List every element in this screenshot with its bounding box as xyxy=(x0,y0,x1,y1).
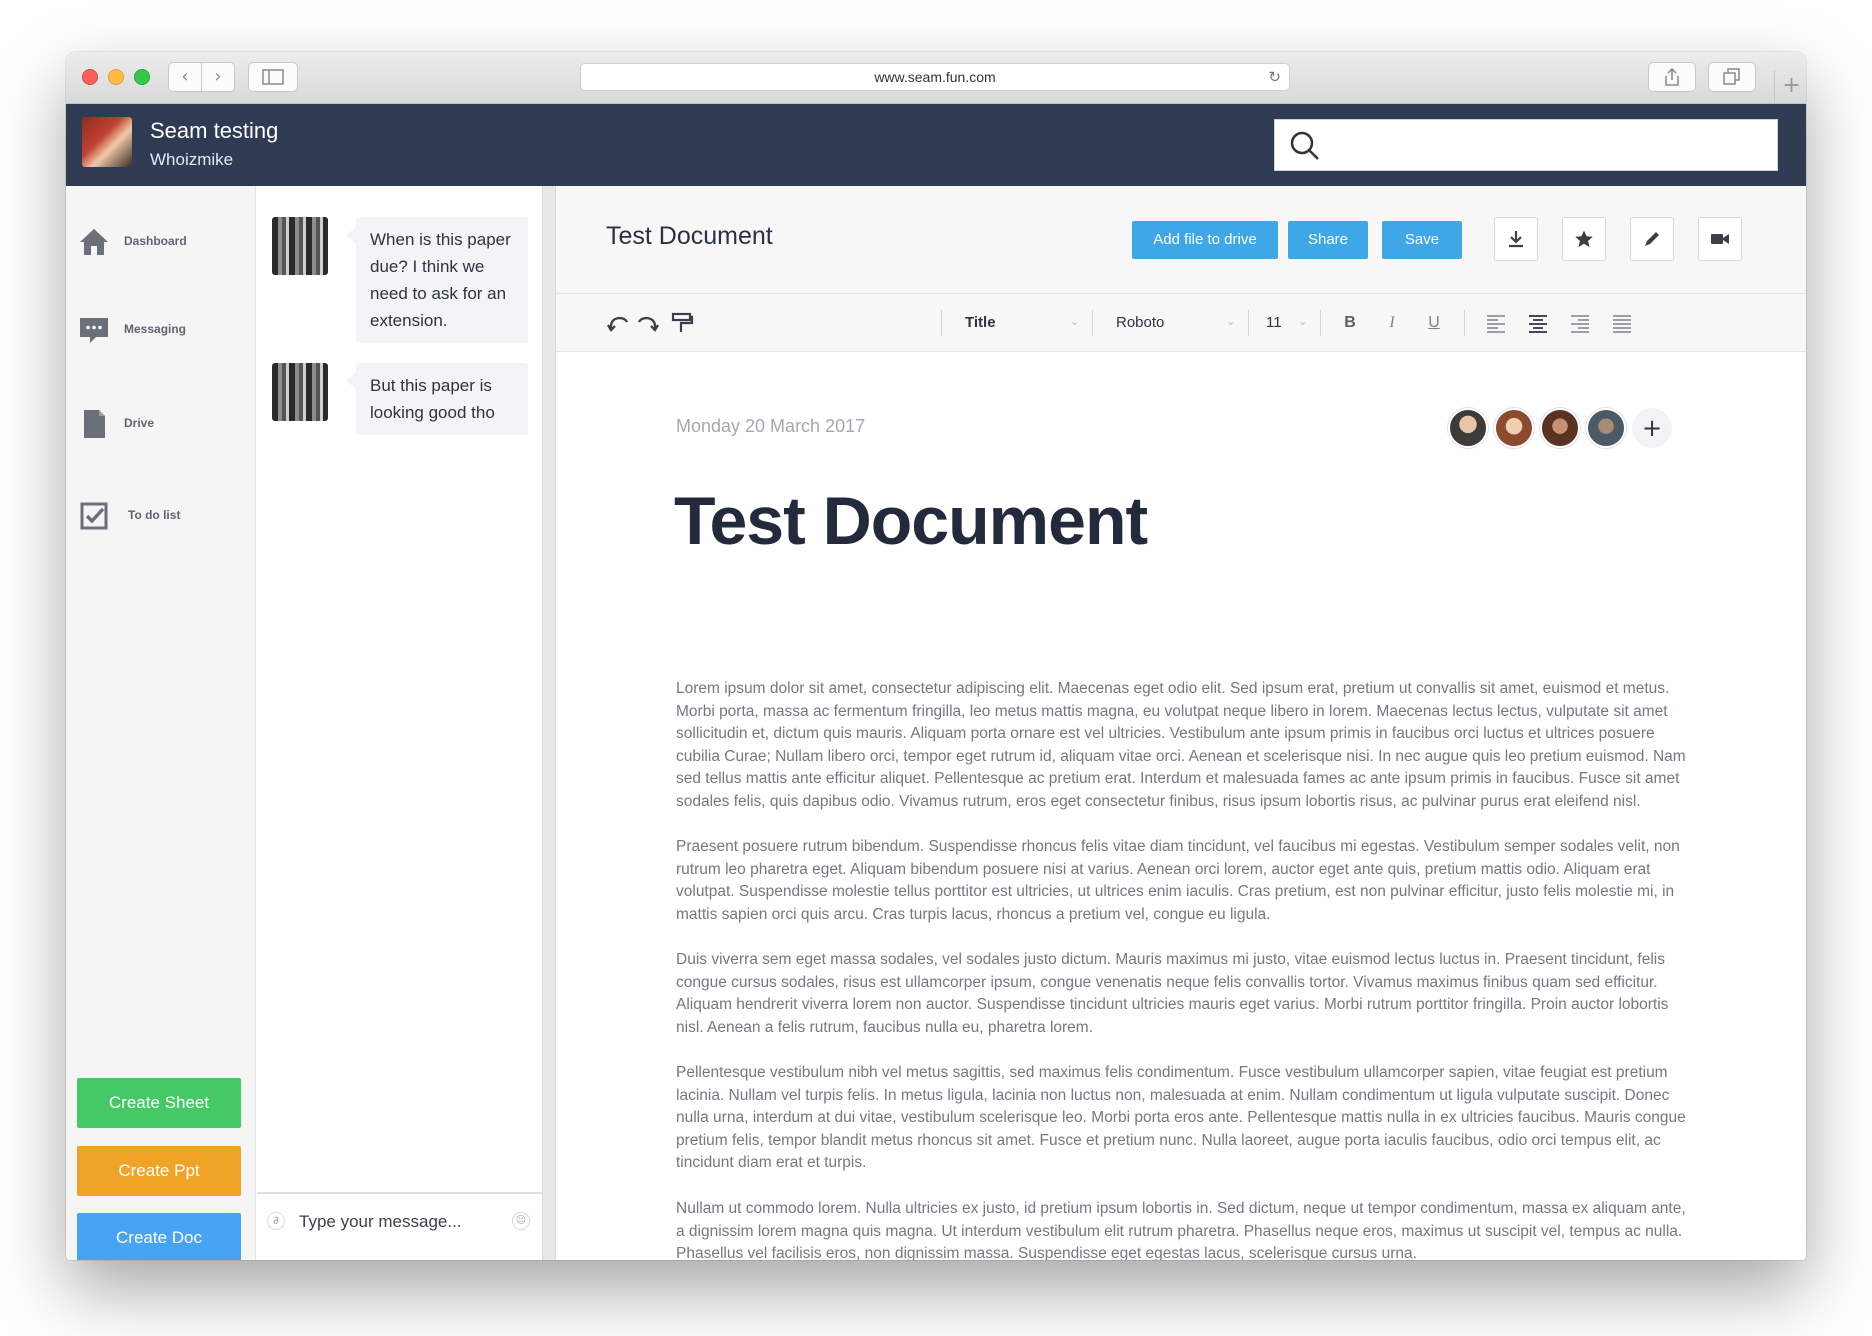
share-button[interactable]: Share xyxy=(1288,221,1368,259)
toolbar-divider xyxy=(1092,310,1093,336)
back-button[interactable]: ‹ xyxy=(168,62,202,92)
toolbar-divider xyxy=(1320,310,1321,336)
attach-icon[interactable]: ∂ xyxy=(267,1212,285,1230)
home-icon xyxy=(80,229,108,255)
message-input[interactable] xyxy=(299,1208,499,1236)
chat-panel: When is this paper due? I think we need … xyxy=(257,186,542,1260)
undo-icon[interactable] xyxy=(606,311,630,335)
redo-icon[interactable] xyxy=(636,311,660,335)
sidebar-item-label: Messaging xyxy=(124,322,187,336)
video-call-button[interactable] xyxy=(1698,217,1742,261)
sidebar-item-dashboard[interactable]: Dashboard xyxy=(78,224,248,264)
font-select[interactable]: Roboto xyxy=(1116,311,1164,335)
close-window-button[interactable] xyxy=(82,69,98,85)
sidebar: Dashboard Messaging Drive To do list Cre… xyxy=(66,186,256,1260)
message-bubble: When is this paper due? I think we need … xyxy=(346,217,528,343)
forward-button[interactable]: › xyxy=(201,62,235,92)
bold-button[interactable]: B xyxy=(1338,311,1362,335)
document-editor: Test Document Add file to drive Share Sa… xyxy=(556,186,1806,1260)
app-header: Seam testing Whoizmike xyxy=(66,104,1806,186)
emoji-icon[interactable]: ☺ xyxy=(512,1212,530,1230)
draw-button[interactable] xyxy=(1630,217,1674,261)
toolbar-divider xyxy=(1248,310,1249,336)
download-button[interactable] xyxy=(1494,217,1538,261)
sidebar-item-label: To do list xyxy=(128,508,181,522)
checkbox-icon xyxy=(80,502,108,530)
browser-share-button[interactable] xyxy=(1648,62,1696,92)
align-right-icon[interactable] xyxy=(1568,311,1592,335)
browser-window: ‹ › www.seam.fun.com ↻ + Seam testing Wh… xyxy=(66,52,1806,1260)
format-toolbar: Title ⌄ Roboto ⌄ 11 ⌄ B I U xyxy=(556,294,1806,352)
chat-avatar xyxy=(272,217,328,275)
url-text: www.seam.fun.com xyxy=(874,69,996,85)
document-canvas[interactable]: Monday 20 March 2017 + Test Document Lor… xyxy=(556,352,1806,1260)
reload-icon[interactable]: ↻ xyxy=(1268,64,1281,90)
collaborator-avatar[interactable] xyxy=(1586,408,1626,448)
document-paragraph: Lorem ipsum dolor sit amet, consectetur … xyxy=(676,680,1686,810)
document-paragraph: Pellentesque vestibulum nibh vel metus s… xyxy=(676,1064,1686,1172)
avatar[interactable] xyxy=(82,117,132,167)
toolbar-divider xyxy=(941,310,942,336)
create-doc-button[interactable]: Create Doc xyxy=(77,1213,241,1260)
toolbar-divider xyxy=(1464,310,1465,336)
video-icon xyxy=(1711,234,1729,244)
search-input[interactable] xyxy=(1274,119,1778,171)
message-bubble: But this paper is looking good tho xyxy=(346,363,528,435)
favorite-button[interactable] xyxy=(1562,217,1606,261)
sidebar-toggle-button[interactable] xyxy=(248,62,298,92)
panel-resize-handle[interactable] xyxy=(542,186,556,1260)
address-bar[interactable]: www.seam.fun.com ↻ xyxy=(580,63,1290,91)
maximize-window-button[interactable] xyxy=(134,69,150,85)
sidebar-item-label: Drive xyxy=(124,416,155,430)
create-ppt-button[interactable]: Create Ppt xyxy=(77,1146,241,1196)
sidebar-icon xyxy=(262,69,284,85)
italic-button[interactable]: I xyxy=(1380,311,1404,335)
style-select[interactable]: Title xyxy=(965,311,996,335)
chat-avatar xyxy=(272,363,328,421)
document-heading: Test Document xyxy=(674,483,1148,559)
new-tab-button[interactable]: + xyxy=(1774,70,1806,104)
chat-icon xyxy=(80,318,108,343)
document-paragraph: Duis viverra sem eget massa sodales, vel… xyxy=(676,951,1669,1036)
search-icon xyxy=(1290,131,1319,160)
sidebar-item-todo[interactable]: To do list xyxy=(78,498,248,538)
align-justify-icon[interactable] xyxy=(1610,311,1634,335)
star-icon xyxy=(1575,230,1593,247)
file-icon xyxy=(84,410,105,438)
add-to-drive-button[interactable]: Add file to drive xyxy=(1132,221,1278,259)
sidebar-item-drive[interactable]: Drive xyxy=(78,406,248,446)
document-paragraph: Praesent posuere rutrum bibendum. Suspen… xyxy=(676,838,1680,923)
document-date: Monday 20 March 2017 xyxy=(676,416,866,436)
pen-icon xyxy=(1645,232,1659,246)
collaborator-avatar[interactable] xyxy=(1448,408,1488,448)
align-center-icon[interactable] xyxy=(1526,311,1550,335)
document-header: Test Document Add file to drive Share Sa… xyxy=(556,186,1806,294)
chevron-down-icon[interactable]: ⌄ xyxy=(1298,310,1307,334)
document-title: Test Document xyxy=(606,222,773,250)
sidebar-item-messaging[interactable]: Messaging xyxy=(78,312,248,352)
download-icon xyxy=(1509,231,1523,248)
tabs-icon xyxy=(1723,68,1740,85)
collaborator-avatar[interactable] xyxy=(1494,408,1534,448)
align-left-icon[interactable] xyxy=(1484,311,1508,335)
add-collaborator-button[interactable]: + xyxy=(1632,408,1672,448)
underline-button[interactable]: U xyxy=(1422,311,1446,335)
chevron-down-icon[interactable]: ⌄ xyxy=(1070,310,1079,334)
app-title: Seam testing xyxy=(150,118,279,143)
message-composer: ∂ ☺ xyxy=(257,1192,542,1260)
share-icon xyxy=(1665,67,1679,86)
save-button[interactable]: Save xyxy=(1382,221,1462,259)
browser-tabs-button[interactable] xyxy=(1708,62,1756,92)
font-size-select[interactable]: 11 xyxy=(1266,311,1282,335)
chevron-down-icon[interactable]: ⌄ xyxy=(1226,310,1235,334)
browser-toolbar: ‹ › www.seam.fun.com ↻ + xyxy=(66,52,1806,104)
collaborator-avatar[interactable] xyxy=(1540,408,1580,448)
minimize-window-button[interactable] xyxy=(108,69,124,85)
sidebar-item-label: Dashboard xyxy=(124,234,187,248)
paint-format-icon[interactable] xyxy=(670,311,694,335)
user-name: Whoizmike xyxy=(150,150,234,169)
create-sheet-button[interactable]: Create Sheet xyxy=(77,1078,241,1128)
document-paragraph: Nullam ut commodo lorem. Nulla ultricies… xyxy=(676,1200,1686,1260)
